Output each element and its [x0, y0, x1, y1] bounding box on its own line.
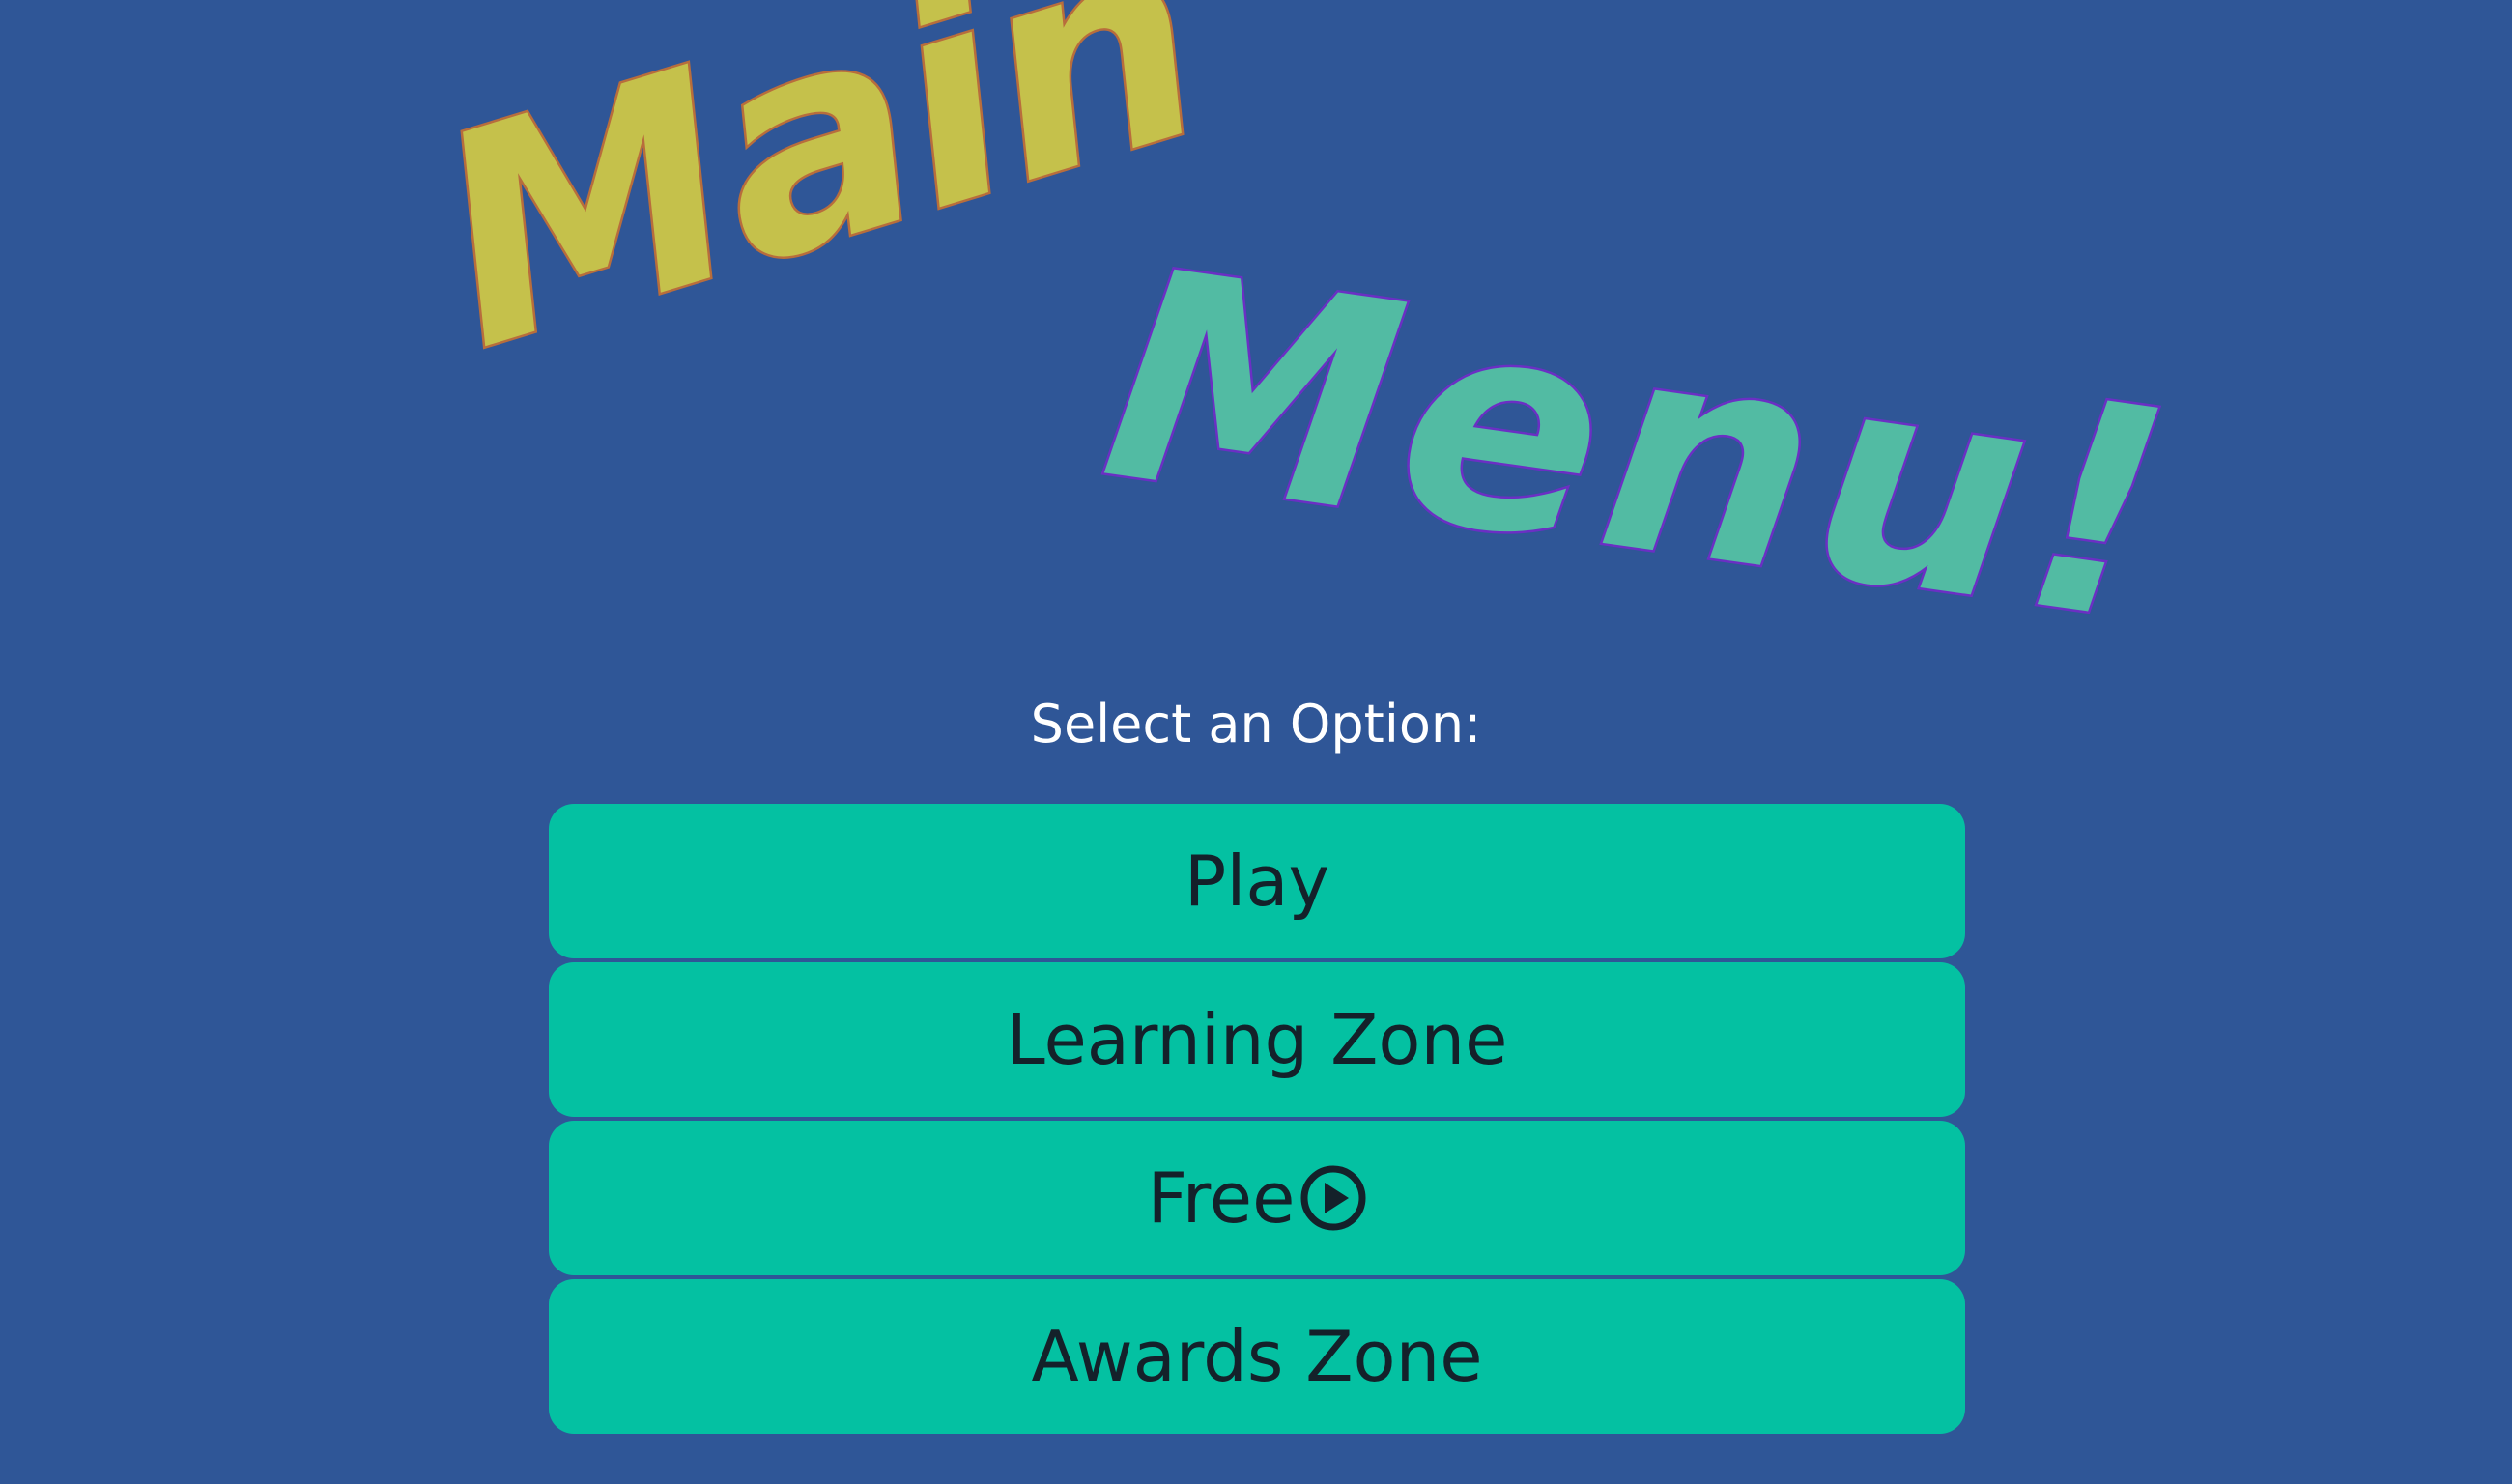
learning-zone-button-label: Learning Zone	[1006, 999, 1508, 1080]
title-main-word: Main	[398, 0, 1235, 415]
free-play-button[interactable]: Free	[549, 1121, 1965, 1275]
play-button[interactable]: Play	[549, 804, 1965, 958]
play-button-label: Play	[1184, 841, 1330, 922]
select-option-prompt: Select an Option:	[1030, 694, 1482, 755]
play-circle-icon	[1300, 1165, 1366, 1231]
main-menu-list: Play Learning Zone Free Awards Zone	[549, 804, 1965, 1438]
free-play-button-label: Free	[1147, 1157, 1296, 1239]
awards-zone-button-label: Awards Zone	[1031, 1316, 1483, 1397]
awards-zone-button[interactable]: Awards Zone	[549, 1279, 1965, 1434]
learning-zone-button[interactable]: Learning Zone	[549, 962, 1965, 1117]
title-menu-word: Menu!	[1086, 204, 2196, 692]
